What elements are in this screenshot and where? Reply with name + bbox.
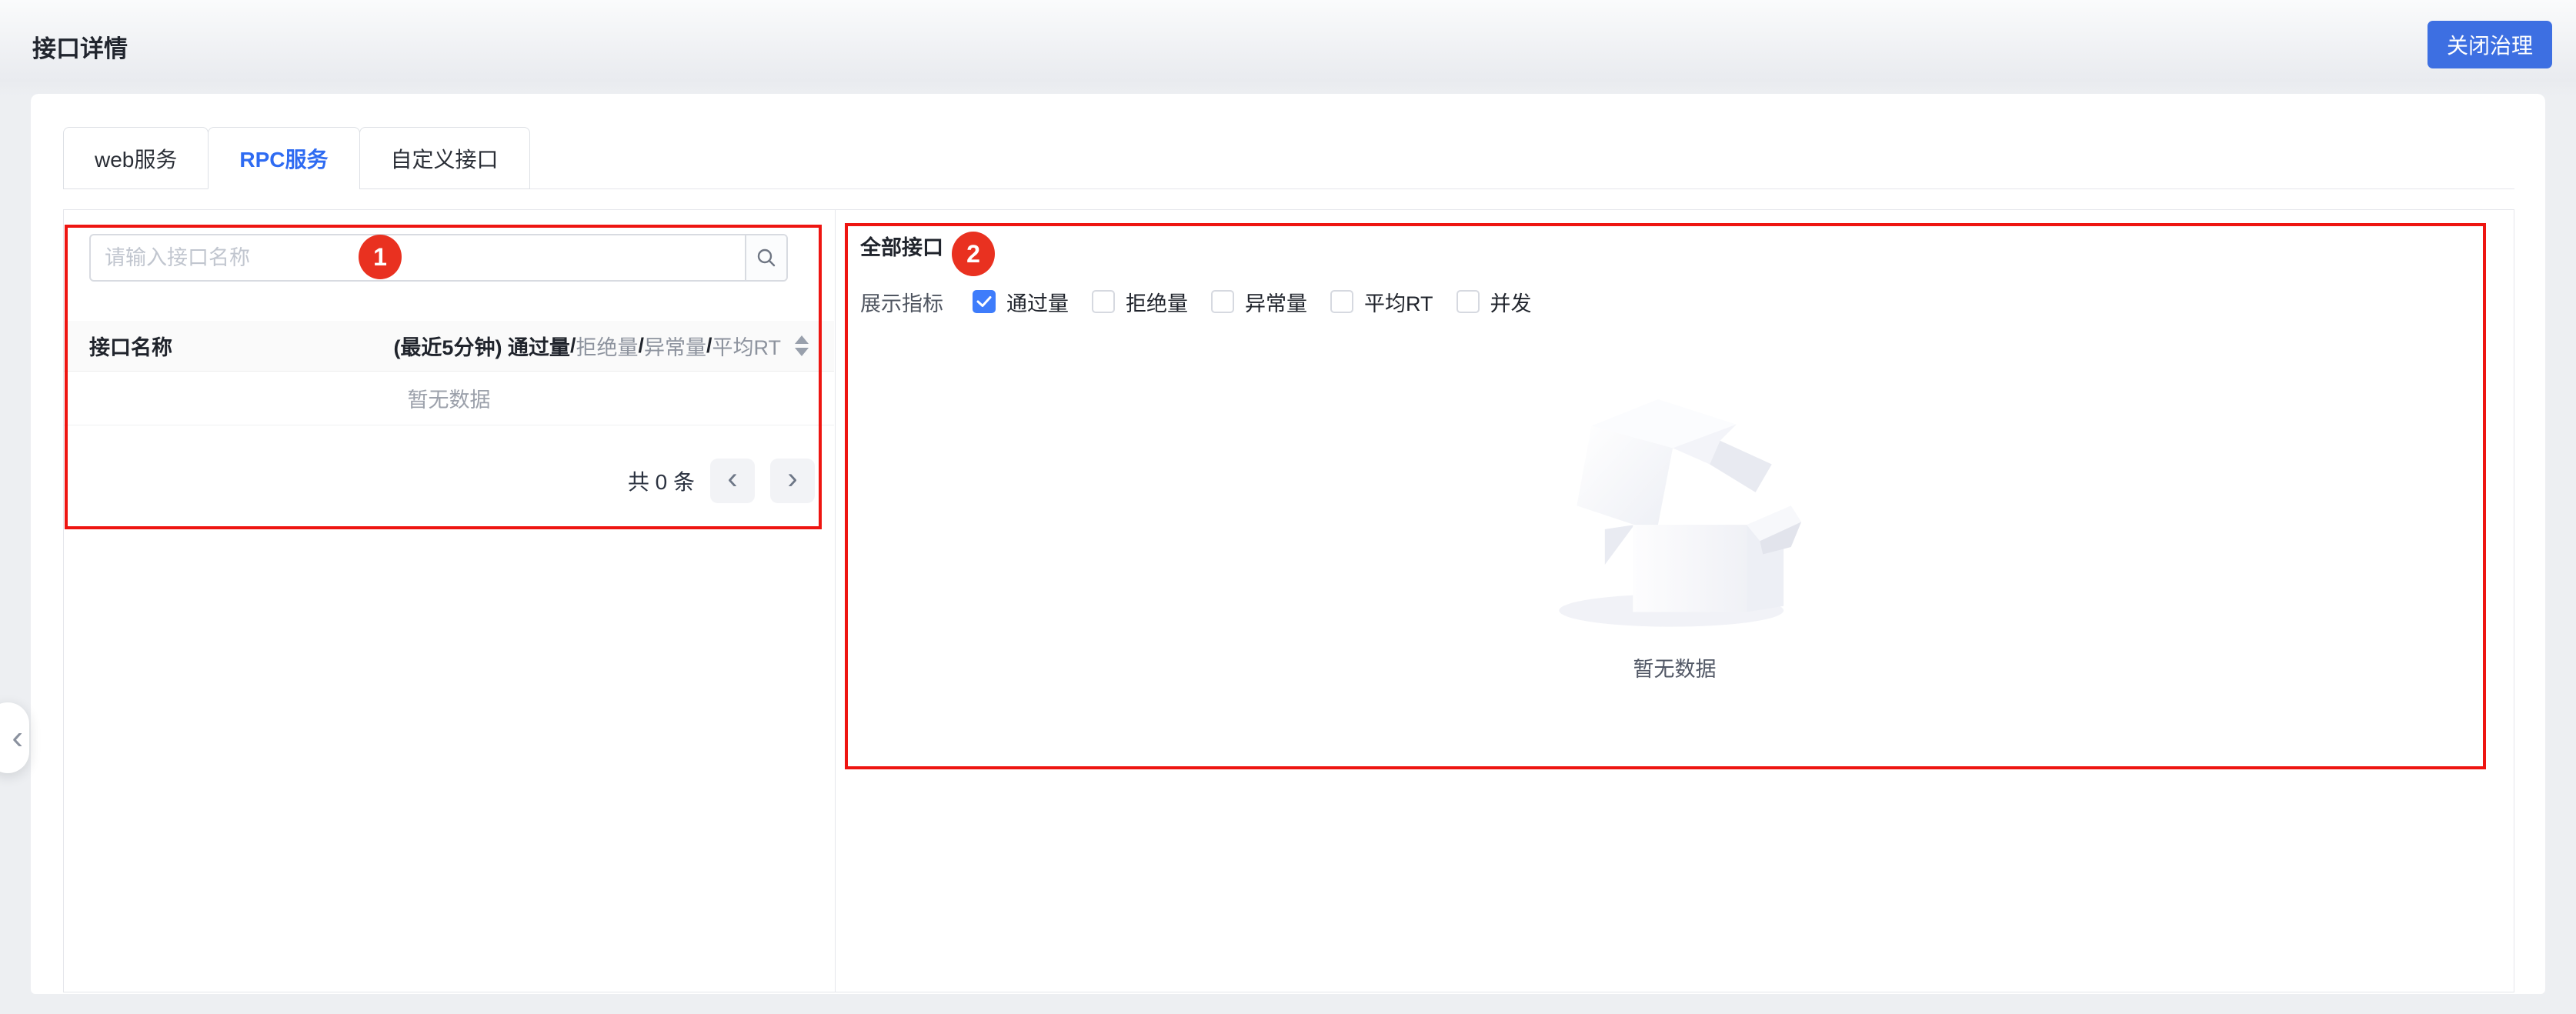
metric-item-pass[interactable]: 通过量 xyxy=(973,287,1069,317)
metrics-col-reject: 拒绝量 xyxy=(576,331,638,361)
metric-checkbox-pass[interactable] xyxy=(973,290,996,313)
display-metrics-row: 展示指标 通过量 拒绝量 异常量 xyxy=(860,279,1555,325)
pagination-next-button[interactable]: › xyxy=(770,459,815,503)
sort-control[interactable] xyxy=(795,335,809,356)
sidebar-collapse-handle[interactable]: ‹ xyxy=(0,702,29,773)
all-interfaces-title: 全部接口 xyxy=(860,231,943,261)
metrics-col-avg-rt: 平均RT xyxy=(712,331,781,361)
interface-search-group xyxy=(89,234,788,282)
content-card: web服务 RPC服务 自定义接口 接口名称 (最近5分钟) 通过量 / xyxy=(31,94,2545,994)
metrics-col-sep: / xyxy=(706,334,712,358)
sort-caret-up-icon xyxy=(795,335,809,344)
metric-label: 平均RT xyxy=(1364,287,1433,317)
metric-item-concurrency[interactable]: 并发 xyxy=(1457,287,1532,317)
column-metrics: (最近5分钟) 通过量 / 拒绝量 / 异常量 / 平均RT xyxy=(393,331,809,361)
table-empty-row: 暂无数据 xyxy=(64,372,834,425)
column-interface-name: 接口名称 xyxy=(89,331,172,361)
search-button[interactable] xyxy=(745,235,786,280)
service-tabbar: web服务 RPC服务 自定义接口 xyxy=(63,127,2514,189)
pagination: 共 0 条 ‹ › xyxy=(628,459,815,503)
metric-label: 拒绝量 xyxy=(1126,287,1188,317)
page-title: 接口详情 xyxy=(32,29,128,64)
metrics-col-sep: / xyxy=(638,334,644,358)
metric-item-reject[interactable]: 拒绝量 xyxy=(1092,287,1188,317)
tab-web-service[interactable]: web服务 xyxy=(63,127,209,189)
tab-rpc-service[interactable]: RPC服务 xyxy=(208,127,359,189)
metric-item-avg-rt[interactable]: 平均RT xyxy=(1330,287,1433,317)
close-governance-button[interactable]: 关闭治理 xyxy=(2428,21,2552,68)
metric-item-exception[interactable]: 异常量 xyxy=(1211,287,1307,317)
metric-label: 通过量 xyxy=(1006,287,1069,317)
metric-checkbox-avg-rt[interactable] xyxy=(1330,290,1353,313)
pagination-total: 共 0 条 xyxy=(628,465,695,496)
top-header: 接口详情 关闭治理 xyxy=(0,0,2576,94)
metrics-col-exception: 异常量 xyxy=(644,331,706,361)
pagination-prev-button[interactable]: ‹ xyxy=(710,459,755,503)
interface-chart-panel: 全部接口 展示指标 通过量 拒绝量 xyxy=(836,210,2514,992)
sort-caret-down-icon xyxy=(795,348,809,356)
chart-empty-text: 暂无数据 xyxy=(1633,652,1717,682)
metrics-col-sep: / xyxy=(570,334,576,358)
search-icon xyxy=(756,247,777,269)
chevron-left-icon: ‹ xyxy=(12,719,23,757)
metric-label: 异常量 xyxy=(1245,287,1307,317)
empty-box-illustration xyxy=(1546,386,1804,632)
metrics-col-main: (最近5分钟) 通过量 xyxy=(393,331,570,361)
chart-empty-state: 暂无数据 xyxy=(1546,386,1804,682)
metric-label: 并发 xyxy=(1490,287,1532,317)
interface-list-panel: 接口名称 (最近5分钟) 通过量 / 拒绝量 / 异常量 / 平均RT 暂无数据 xyxy=(64,210,836,992)
metric-checkbox-exception[interactable] xyxy=(1211,290,1234,313)
panel-container: 接口名称 (最近5分钟) 通过量 / 拒绝量 / 异常量 / 平均RT 暂无数据 xyxy=(63,209,2514,992)
tab-custom-interface[interactable]: 自定义接口 xyxy=(359,127,530,189)
display-metrics-label: 展示指标 xyxy=(860,287,943,317)
metric-checkbox-reject[interactable] xyxy=(1092,290,1115,313)
interface-table-header: 接口名称 (最近5分钟) 通过量 / 拒绝量 / 异常量 / 平均RT xyxy=(64,321,834,372)
check-icon xyxy=(976,295,992,308)
metric-checkbox-concurrency[interactable] xyxy=(1457,290,1480,313)
interface-search-input[interactable] xyxy=(91,235,745,280)
